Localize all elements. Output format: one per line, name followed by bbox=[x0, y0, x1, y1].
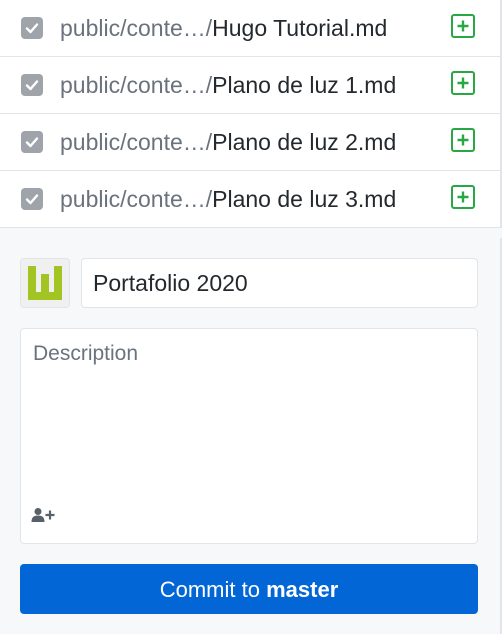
file-name: Plano de luz 1.md bbox=[212, 72, 397, 98]
commit-button[interactable]: Commit to master bbox=[20, 564, 478, 614]
file-name: Plano de luz 3.md bbox=[212, 186, 397, 212]
checkmark-icon bbox=[25, 80, 39, 91]
include-file-checkbox[interactable] bbox=[21, 188, 43, 210]
file-directory: public/conte…/ bbox=[60, 129, 213, 155]
commit-button-prefix: Commit to bbox=[159, 577, 267, 602]
diff-added-icon bbox=[451, 185, 475, 209]
file-directory: public/conte…/ bbox=[60, 72, 213, 98]
checkmark-icon bbox=[25, 137, 39, 148]
add-coauthor-button[interactable] bbox=[31, 507, 61, 529]
file-path: public/conte…/Plano de luz 3.md bbox=[60, 184, 396, 214]
diff-added-icon bbox=[451, 128, 475, 152]
file-row[interactable]: public/conte…/Plano de luz 2.md bbox=[0, 114, 500, 171]
commit-summary-input[interactable] bbox=[81, 258, 478, 308]
checkmark-icon bbox=[25, 194, 39, 205]
branch-name: master bbox=[266, 577, 339, 602]
avatar bbox=[20, 258, 70, 308]
file-row[interactable]: public/conte…/Hugo Tutorial.md bbox=[0, 0, 500, 57]
file-row[interactable]: public/conte…/Plano de luz 1.md bbox=[0, 57, 500, 114]
file-name: Plano de luz 2.md bbox=[212, 129, 397, 155]
diff-added-icon bbox=[451, 71, 475, 95]
changed-files-list: public/conte…/Hugo Tutorial.md public/co… bbox=[0, 0, 502, 228]
commit-description-box bbox=[20, 328, 478, 544]
avatar-identicon bbox=[28, 266, 62, 300]
file-row[interactable]: public/conte…/Plano de luz 3.md bbox=[0, 171, 500, 228]
checkmark-icon bbox=[25, 23, 39, 34]
include-file-checkbox[interactable] bbox=[21, 74, 43, 96]
include-file-checkbox[interactable] bbox=[21, 131, 43, 153]
commit-panel: Commit to master bbox=[0, 238, 502, 634]
file-path: public/conte…/Plano de luz 2.md bbox=[60, 127, 396, 157]
file-path: public/conte…/Plano de luz 1.md bbox=[60, 70, 396, 100]
include-file-checkbox[interactable] bbox=[21, 17, 43, 39]
file-path: public/conte…/Hugo Tutorial.md bbox=[60, 13, 387, 43]
commit-description-input[interactable] bbox=[21, 329, 477, 499]
diff-added-icon bbox=[451, 14, 475, 38]
file-directory: public/conte…/ bbox=[60, 186, 213, 212]
add-person-icon bbox=[31, 508, 55, 522]
file-directory: public/conte…/ bbox=[60, 15, 213, 41]
file-name: Hugo Tutorial.md bbox=[212, 15, 388, 41]
